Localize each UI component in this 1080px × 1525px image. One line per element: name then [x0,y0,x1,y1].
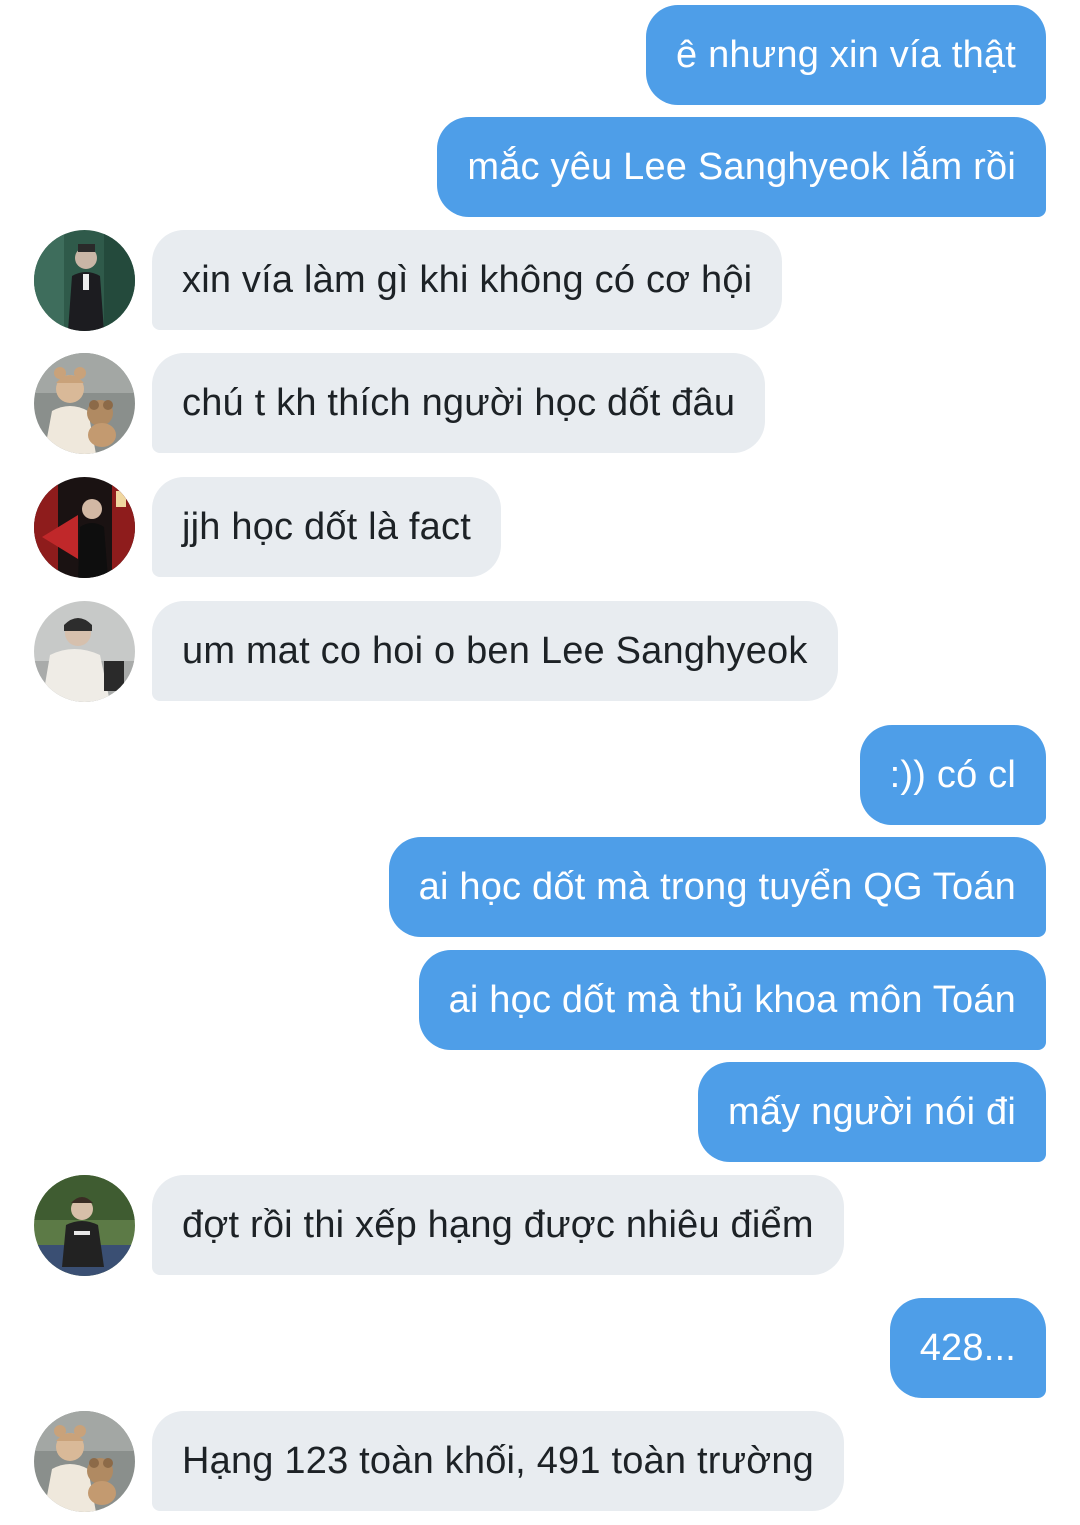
message-bubble-incoming[interactable]: đợt rồi thi xếp hạng được nhiêu điểm [152,1175,844,1275]
avatar-outdoor-crouch[interactable] [34,1175,135,1276]
avatar-bear-hat[interactable] [34,353,135,454]
message-bubble-incoming[interactable]: um mat co hoi o ben Lee Sanghyeok [152,601,838,701]
avatar-bear-hat[interactable] [34,1411,135,1512]
message-bubble-incoming[interactable]: chú t kh thích người học dốt đâu [152,353,766,453]
message-bubble-outgoing[interactable]: ê nhưng xin vía thật [646,5,1046,105]
message-bubble-outgoing[interactable]: mắc yêu Lee Sanghyeok lắm rồi [437,117,1046,217]
message-bubble-outgoing[interactable]: mấy người nói đi [697,1062,1046,1162]
message-bubble-outgoing[interactable]: ai học dốt mà trong tuyển QG Toán [388,837,1046,937]
avatar-white-jacket[interactable] [34,601,135,702]
avatar-suit-man[interactable] [34,230,135,331]
avatar-red-fan[interactable] [34,477,135,578]
message-bubble-incoming[interactable]: jjh học dốt là fact [152,477,501,577]
message-bubble-outgoing[interactable]: :)) có cl [859,725,1046,825]
message-bubble-incoming[interactable]: Hạng 123 toàn khối, 491 toàn trường [152,1411,845,1511]
message-bubble-incoming[interactable]: xin vía làm gì khi không có cơ hội [152,230,783,330]
message-bubble-outgoing[interactable]: 428... [889,1298,1046,1398]
message-bubble-outgoing[interactable]: ai học dốt mà thủ khoa môn Toán [418,950,1046,1050]
